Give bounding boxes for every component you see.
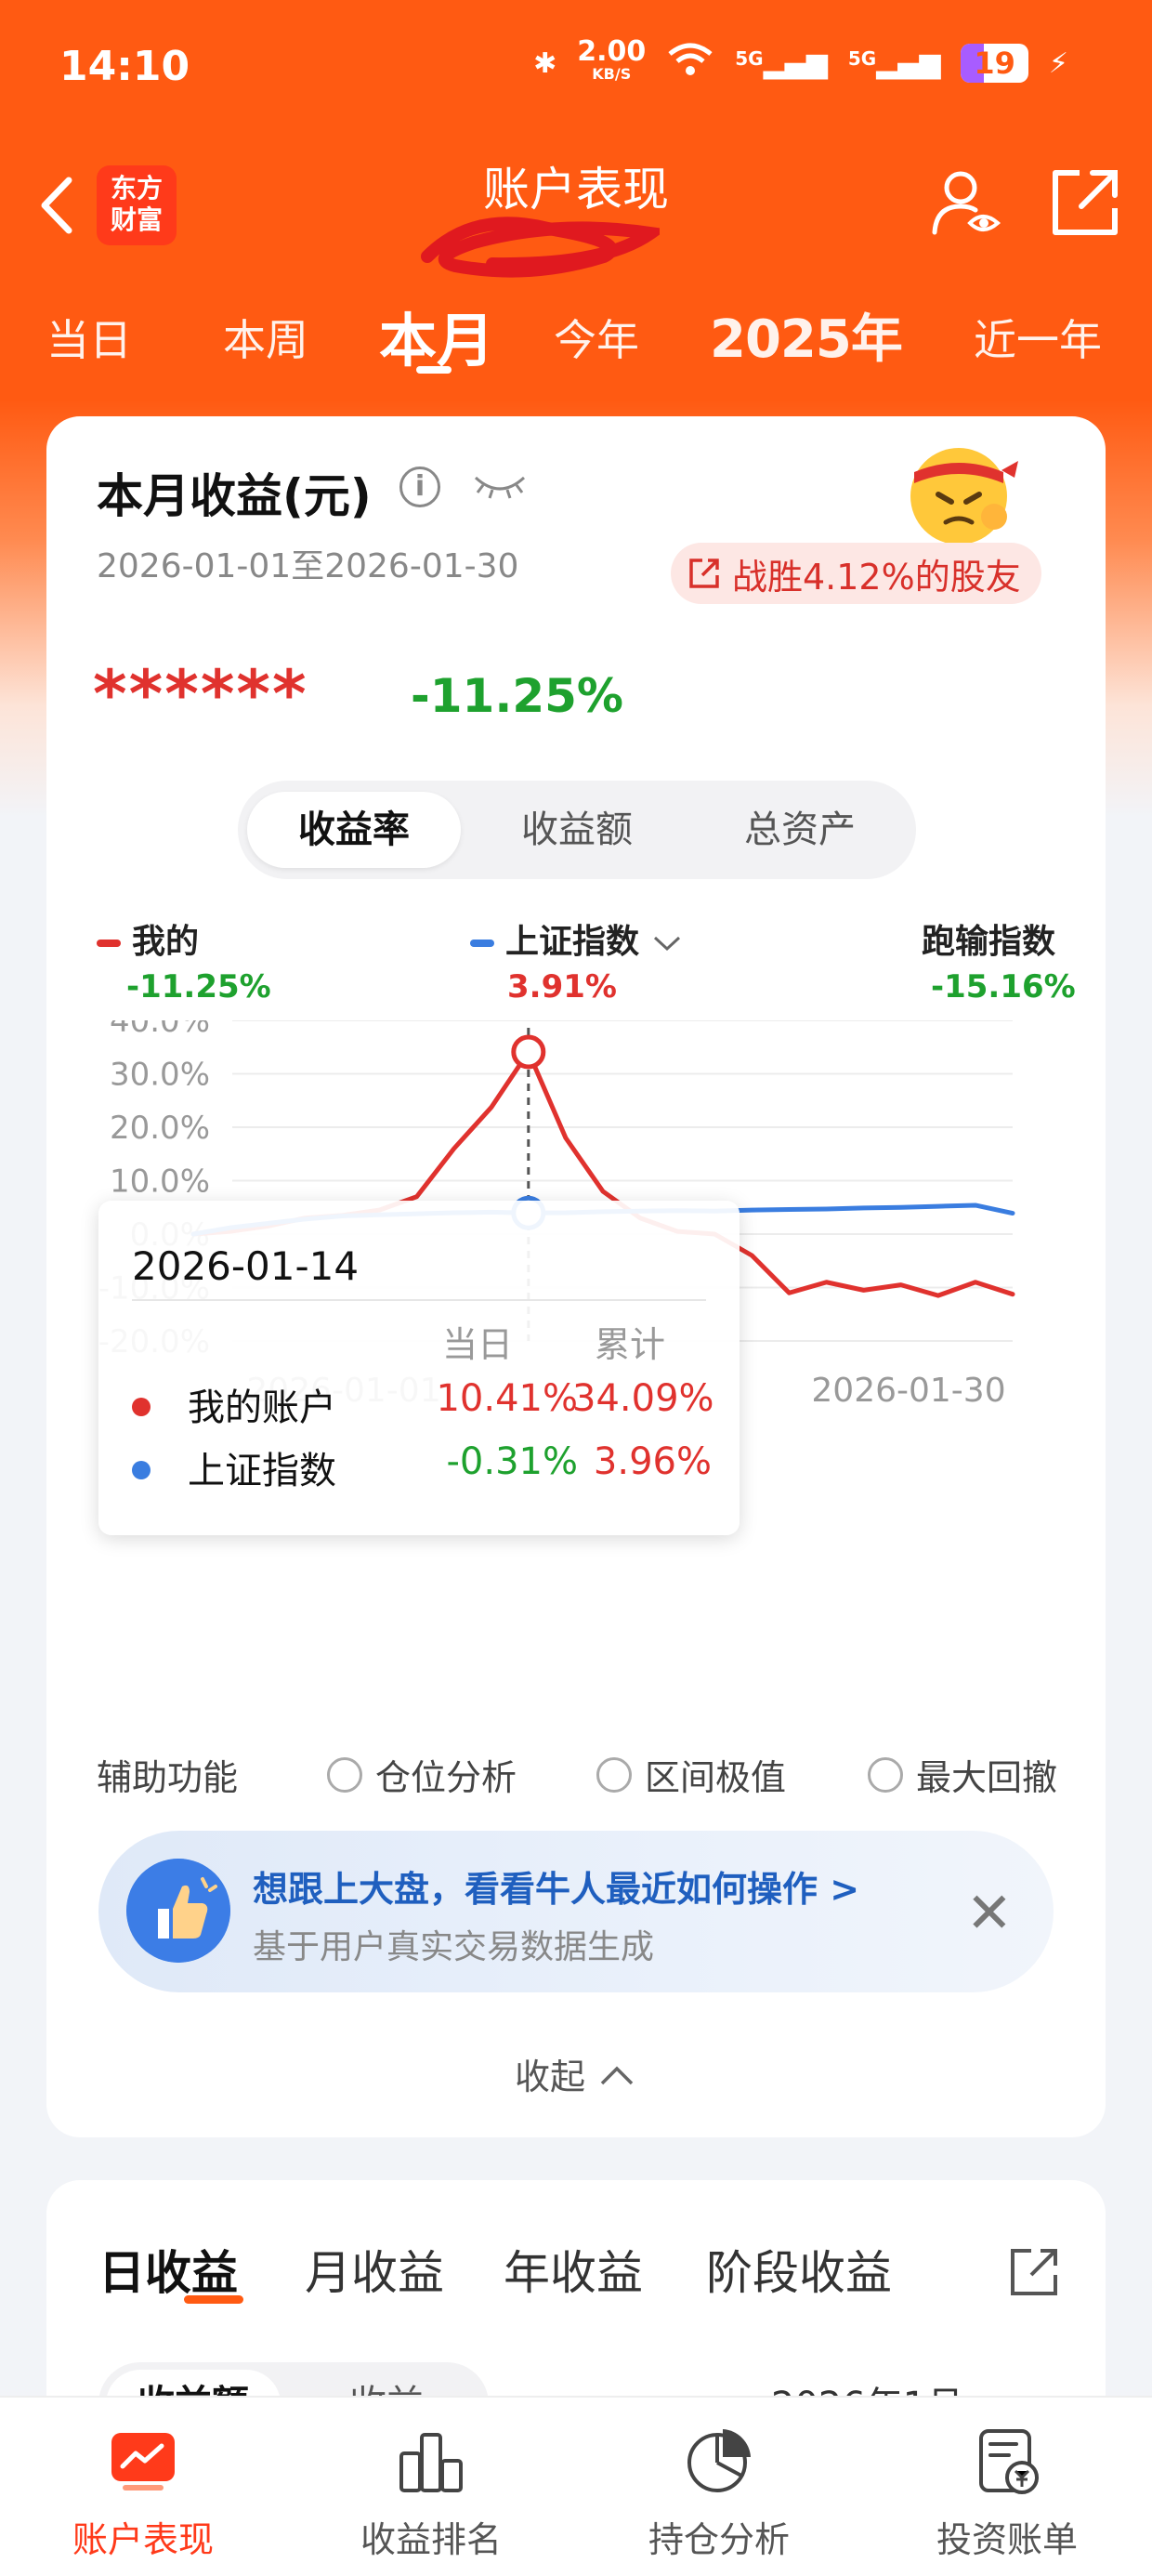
y-tick-label: 20.0% bbox=[110, 1110, 210, 1147]
share-icon[interactable] bbox=[1048, 165, 1122, 240]
nav-bill[interactable]: 投资账单 bbox=[896, 2425, 1119, 2562]
chevron-down-icon bbox=[653, 936, 680, 952]
highlight-point-mine bbox=[511, 1034, 546, 1070]
status-icons: ✱ 2.00 KB/S 5G▂▄▆ 5G▂▄▆ 19 ⚡ bbox=[533, 35, 1068, 85]
tab-2025[interactable]: 2025年 bbox=[710, 297, 903, 373]
tab-last-year[interactable]: 近一年 bbox=[974, 307, 1102, 368]
bluetooth-icon: ✱ bbox=[533, 46, 557, 80]
series-dot bbox=[132, 1461, 151, 1479]
tooltip-date: 2026-01-14 bbox=[132, 1243, 360, 1289]
tooltip-col-cum: 累计 bbox=[595, 1324, 666, 1365]
tooltip-row-index: 上证指数 -0.31% 3.96% bbox=[132, 1440, 712, 1496]
segment-return-amount[interactable]: 收益额 bbox=[470, 792, 684, 868]
nav-holdings[interactable]: 持仓分析 bbox=[608, 2425, 831, 2562]
radio[interactable] bbox=[596, 1756, 632, 1793]
status-bar: 14:10 ✱ 2.00 KB/S 5G▂▄▆ 5G▂▄▆ 19 ⚡ bbox=[0, 0, 1152, 139]
hidden-amount: ****** bbox=[93, 656, 308, 732]
nav-ranking[interactable]: 收益排名 bbox=[320, 2425, 543, 2562]
nav-account-performance[interactable]: 账户表现 bbox=[32, 2425, 255, 2562]
user-eye-icon[interactable] bbox=[929, 165, 1003, 240]
segment-return-rate[interactable]: 收益率 bbox=[247, 792, 461, 868]
total-return: -11.25% bbox=[411, 669, 624, 723]
info-icon[interactable]: i bbox=[399, 467, 440, 507]
signal-icon: 5G▂▄▆ bbox=[847, 46, 941, 80]
tab-yearly[interactable]: 年收益 bbox=[504, 2236, 643, 2303]
collapse-button[interactable]: 收起 bbox=[46, 2048, 1106, 2099]
tooltip-row-account: 我的账户 10.41% 34.09% bbox=[132, 1377, 714, 1433]
series-dot bbox=[132, 1398, 151, 1416]
date-range: 2026-01-01至2026-01-30 bbox=[97, 547, 519, 585]
tab-week[interactable]: 本周 bbox=[223, 307, 308, 368]
promo-banner[interactable]: 想跟上大盘，看看牛人最近如何操作 > 基于用户真实交易数据生成 ✕ bbox=[98, 1831, 1054, 1992]
legend-swatch bbox=[97, 940, 121, 947]
legend-outperform: 跑输指数 bbox=[922, 923, 1056, 961]
tab-today[interactable]: 当日 bbox=[46, 307, 132, 368]
legend-outperform-value: -15.16% bbox=[931, 968, 1076, 1005]
status-time: 14:10 bbox=[59, 43, 190, 90]
returns-card: 本月收益(元) i 2026-01-01至2026-01-30 战胜4.12%的… bbox=[46, 416, 1106, 2137]
legend-index-value: 3.91% bbox=[507, 968, 617, 1005]
chart-card-icon bbox=[111, 2433, 175, 2491]
network-speed: 2.00 KB/S bbox=[577, 35, 647, 84]
tab-monthly[interactable]: 月收益 bbox=[305, 2236, 444, 2303]
eye-closed-icon[interactable] bbox=[472, 472, 528, 500]
tab-month[interactable]: 本月 bbox=[379, 294, 494, 377]
period-tabs: 当日 本周 本月 今年 2025年 近一年 bbox=[0, 279, 1152, 390]
legend-swatch bbox=[470, 940, 494, 947]
active-tab-indicator bbox=[416, 366, 452, 374]
mascot-icon bbox=[910, 448, 1018, 545]
bottom-nav: 账户表现 收益排名 持仓分析 投资账单 bbox=[0, 2396, 1152, 2576]
thumbs-up-icon bbox=[126, 1859, 230, 1963]
option-position-analysis[interactable]: 仓位分析 bbox=[327, 1749, 517, 1800]
charging-icon: ⚡ bbox=[1048, 46, 1068, 80]
metric-segment: 收益率 收益额 总资产 bbox=[238, 781, 916, 879]
share-icon bbox=[689, 559, 719, 588]
radio[interactable] bbox=[868, 1756, 903, 1793]
tab-daily[interactable]: 日收益 bbox=[98, 2236, 238, 2303]
wifi-icon bbox=[666, 41, 714, 85]
chart-tooltip: 2026-01-14 当日 累计 我的账户 10.41% 34.09% 上证指数… bbox=[98, 1201, 740, 1535]
bill-icon bbox=[979, 2429, 1039, 2494]
y-tick-label: 10.0% bbox=[110, 1163, 210, 1201]
nav-bar: 东方 财富 账户表现 bbox=[0, 139, 1152, 279]
close-icon[interactable]: ✕ bbox=[966, 1881, 1013, 1946]
redaction-scribble bbox=[421, 217, 660, 278]
promo-title: 想跟上大盘，看看牛人最近如何操作 > bbox=[253, 1869, 860, 1910]
bar-chart-icon bbox=[399, 2433, 463, 2492]
y-tick-label: 30.0% bbox=[110, 1057, 210, 1094]
legend-mine: 我的 bbox=[97, 914, 199, 963]
earnings-tabs: 日收益 月收益 年收益 阶段收益 bbox=[98, 2236, 1065, 2320]
x-tick-label: 2026-01-30 bbox=[811, 1372, 1005, 1410]
chevron-up-icon bbox=[600, 2066, 634, 2085]
beat-badge[interactable]: 战胜4.12%的股友 bbox=[671, 543, 1041, 604]
segment-total-assets[interactable]: 总资产 bbox=[693, 792, 907, 868]
divider bbox=[132, 1299, 706, 1301]
tab-year[interactable]: 今年 bbox=[554, 307, 639, 368]
signal-icon: 5G▂▄▆ bbox=[735, 46, 828, 80]
legend-mine-value: -11.25% bbox=[126, 968, 271, 1005]
option-range-extreme[interactable]: 区间极值 bbox=[596, 1749, 786, 1800]
card-title: 本月收益(元) bbox=[97, 469, 372, 523]
tab-stage[interactable]: 阶段收益 bbox=[706, 2236, 892, 2303]
battery-icon: 19 bbox=[961, 44, 1028, 83]
tooltip-col-day: 当日 bbox=[442, 1324, 514, 1365]
radio[interactable] bbox=[327, 1756, 362, 1793]
option-max-drawdown[interactable]: 最大回撤 bbox=[868, 1749, 1057, 1800]
legend-index[interactable]: 上证指数 bbox=[470, 914, 683, 963]
pie-chart-icon bbox=[687, 2429, 751, 2492]
share-icon[interactable] bbox=[1007, 2245, 1061, 2299]
active-tab-indicator bbox=[184, 2295, 243, 2304]
promo-subtitle: 基于用户真实交易数据生成 bbox=[253, 1928, 655, 1966]
aux-label: 辅助功能 bbox=[97, 1757, 239, 1798]
y-tick-label: 40.0% bbox=[110, 1020, 210, 1040]
aux-functions: 辅助功能 仓位分析 区间极值 最大回撤 bbox=[97, 1749, 1063, 1805]
